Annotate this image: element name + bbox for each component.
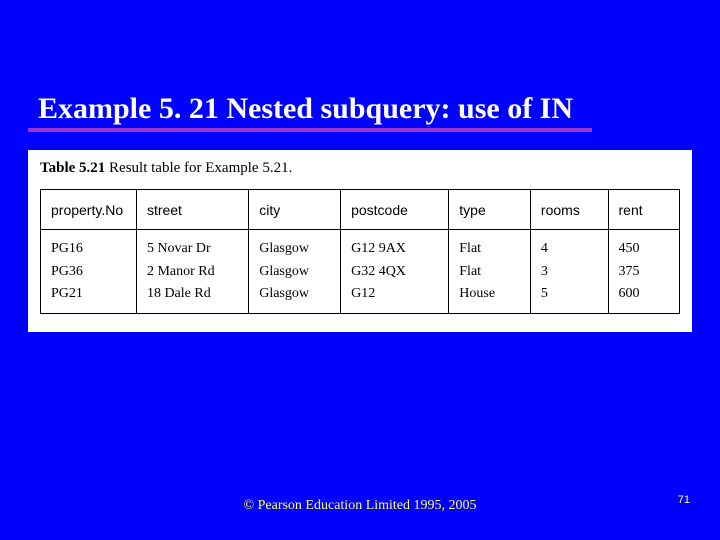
cell: 3 bbox=[530, 260, 608, 284]
table-row: PG16 5 Novar Dr Glasgow G12 9AX Flat 4 4… bbox=[41, 230, 680, 260]
caption-bold: Table 5.21 bbox=[40, 160, 105, 176]
cell: G12 bbox=[341, 284, 449, 314]
cell: 450 bbox=[608, 230, 680, 260]
col-rent: rent bbox=[608, 190, 680, 230]
cell: PG21 bbox=[41, 284, 137, 314]
slide: Example 5. 21 Nested subquery: use of IN… bbox=[0, 0, 720, 540]
cell: 5 Novar Dr bbox=[136, 230, 248, 260]
table-caption: Table 5.21 Result table for Example 5.21… bbox=[40, 160, 680, 177]
cell: Glasgow bbox=[249, 230, 341, 260]
table-row: PG36 2 Manor Rd Glasgow G32 4QX Flat 3 3… bbox=[41, 260, 680, 284]
cell: Glasgow bbox=[249, 260, 341, 284]
title-underline bbox=[28, 128, 592, 132]
cell: G12 9AX bbox=[341, 230, 449, 260]
caption-rest: Result table for Example 5.21. bbox=[105, 160, 292, 176]
cell: 600 bbox=[608, 284, 680, 314]
footer-copyright: © Pearson Education Limited 1995, 2005 bbox=[0, 498, 720, 514]
cell: House bbox=[449, 284, 531, 314]
cell: PG16 bbox=[41, 230, 137, 260]
table-row: PG21 18 Dale Rd Glasgow G12 House 5 600 bbox=[41, 284, 680, 314]
cell: Flat bbox=[449, 260, 531, 284]
cell: 375 bbox=[608, 260, 680, 284]
cell: 5 bbox=[530, 284, 608, 314]
cell: PG36 bbox=[41, 260, 137, 284]
result-table: property.No street city postcode type ro… bbox=[40, 189, 680, 314]
cell: 2 Manor Rd bbox=[136, 260, 248, 284]
col-city: city bbox=[249, 190, 341, 230]
cell: G32 4QX bbox=[341, 260, 449, 284]
cell: Flat bbox=[449, 230, 531, 260]
page-number: 71 bbox=[678, 494, 690, 506]
col-type: type bbox=[449, 190, 531, 230]
col-propertyno: property.No bbox=[41, 190, 137, 230]
cell: 18 Dale Rd bbox=[136, 284, 248, 314]
cell: 4 bbox=[530, 230, 608, 260]
table-header-row: property.No street city postcode type ro… bbox=[41, 190, 680, 230]
slide-title: Example 5. 21 Nested subquery: use of IN bbox=[38, 92, 573, 126]
col-street: street bbox=[136, 190, 248, 230]
table-card: Table 5.21 Result table for Example 5.21… bbox=[28, 150, 692, 332]
col-postcode: postcode bbox=[341, 190, 449, 230]
col-rooms: rooms bbox=[530, 190, 608, 230]
cell: Glasgow bbox=[249, 284, 341, 314]
